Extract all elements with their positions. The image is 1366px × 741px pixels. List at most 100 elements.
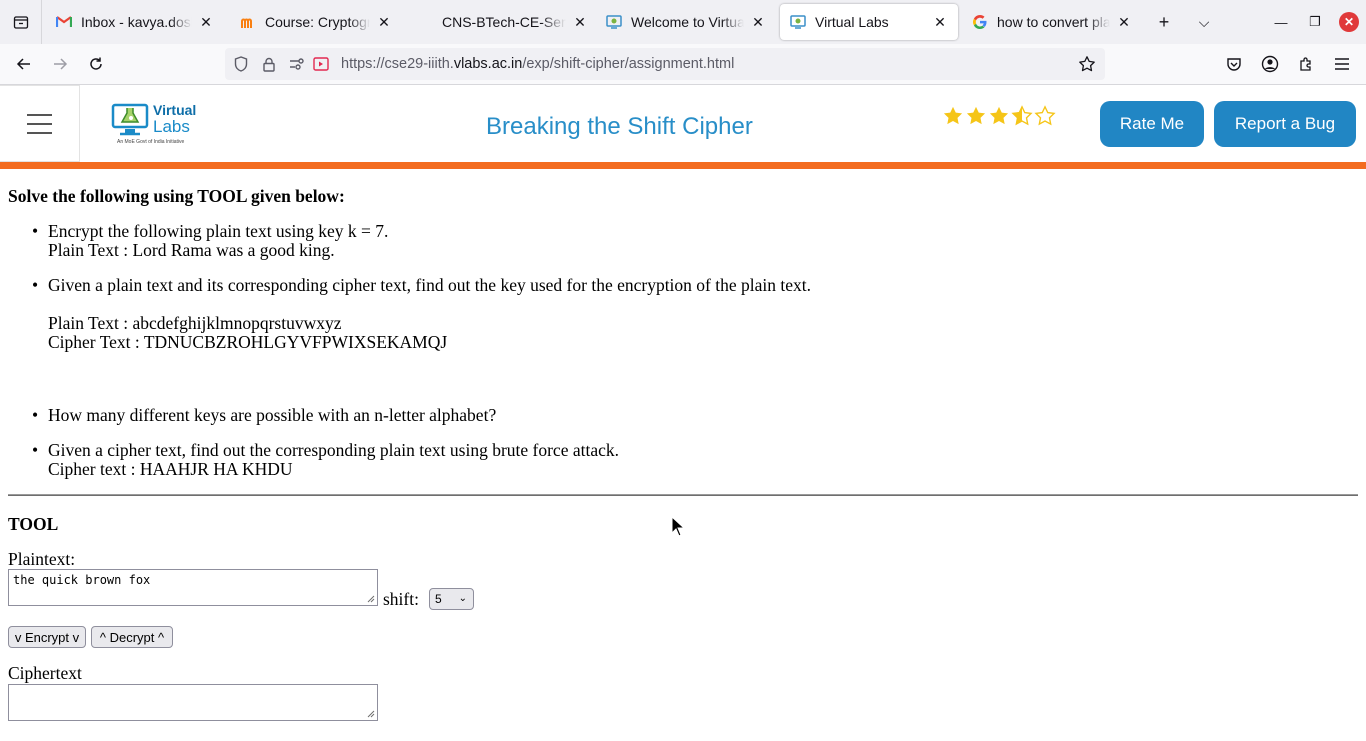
menu-line bbox=[27, 131, 52, 134]
question-detail: Plain Text : abcdefghijklmnopqrstuvwxyz bbox=[48, 313, 342, 333]
question-item: • Encrypt the following plain text using… bbox=[32, 221, 389, 260]
bookmark-star-icon[interactable] bbox=[1075, 52, 1099, 76]
assignment-heading: Solve the following using TOOL given bel… bbox=[8, 186, 345, 206]
account-button[interactable] bbox=[1256, 50, 1284, 78]
ciphertext-output[interactable] bbox=[8, 684, 378, 721]
bullet: • bbox=[32, 275, 39, 295]
menu-line bbox=[27, 122, 52, 125]
star-full-icon bbox=[966, 106, 986, 125]
tab-cns[interactable]: CNS-BTech-CE-Sem ✕ bbox=[412, 4, 598, 40]
close-tab-icon[interactable]: ✕ bbox=[572, 14, 588, 31]
plaintext-input[interactable]: the quick brown fox bbox=[8, 569, 378, 606]
autoplay-blocked-icon[interactable] bbox=[309, 52, 333, 76]
google-icon bbox=[972, 14, 988, 30]
question-detail: Cipher Text : TDNUCBZROHLGYVFPWIXSEKAMQJ bbox=[48, 332, 448, 352]
tab-strip: Inbox - kavya.doshi@ ✕ Course: Cryptogra… bbox=[0, 0, 1366, 44]
tab-title: how to convert plain bbox=[997, 14, 1110, 30]
hamburger-menu-icon bbox=[1335, 58, 1349, 70]
close-tab-icon[interactable]: ✕ bbox=[932, 14, 948, 31]
virtual-labs-logo[interactable]: Virtual Labs An MoE Govt of India Initia… bbox=[111, 99, 201, 147]
plaintext-value: the quick brown fox bbox=[13, 573, 151, 587]
restore-button[interactable]: ❐ bbox=[1301, 8, 1329, 36]
question-item: • How many different keys are possible w… bbox=[32, 406, 496, 425]
shift-select[interactable]: 5 ⌄ bbox=[429, 588, 474, 610]
pocket-button[interactable] bbox=[1220, 50, 1248, 78]
star-full-icon bbox=[943, 106, 963, 125]
menu-line bbox=[27, 113, 52, 116]
section-divider bbox=[8, 494, 1358, 496]
url-prefix: https://cse29-iiith. bbox=[341, 56, 454, 72]
new-tab-button[interactable]: + bbox=[1150, 8, 1178, 36]
plus-icon: + bbox=[1158, 11, 1170, 32]
url-path: /exp/shift-cipher/assignment.html bbox=[522, 56, 735, 72]
permissions-icon[interactable] bbox=[285, 52, 309, 76]
tab-course[interactable]: Course: Cryptography ✕ bbox=[230, 4, 402, 40]
tab-inbox[interactable]: Inbox - kavya.doshi@ ✕ bbox=[46, 4, 224, 40]
url-text[interactable]: https://cse29-iiith.vlabs.ac.in/exp/shif… bbox=[341, 56, 734, 72]
encrypt-button[interactable]: v Encrypt v bbox=[8, 626, 86, 648]
question-detail: Cipher text : HAAHJR HA KHDU bbox=[48, 459, 293, 479]
star-rating[interactable] bbox=[942, 105, 1056, 127]
question-detail: Plain Text : Lord Rama was a good king. bbox=[48, 240, 335, 260]
chevron-down-icon: ⌄ bbox=[458, 593, 467, 604]
lock-icon[interactable] bbox=[257, 52, 281, 76]
star-half-icon bbox=[1011, 105, 1033, 126]
back-button[interactable] bbox=[10, 50, 38, 78]
computer-flask-icon bbox=[111, 103, 149, 136]
restore-icon: ❐ bbox=[1309, 14, 1321, 29]
minimize-icon: — bbox=[1274, 14, 1288, 30]
mouse-cursor-icon bbox=[671, 516, 685, 537]
close-tab-icon[interactable]: ✕ bbox=[198, 14, 214, 31]
decrypt-button[interactable]: ^ Decrypt ^ bbox=[91, 626, 173, 648]
ciphertext-label: Ciphertext bbox=[8, 663, 82, 683]
report-bug-button[interactable]: Report a Bug bbox=[1214, 101, 1356, 147]
tab-title: Virtual Labs bbox=[815, 14, 889, 30]
app-menu-button[interactable] bbox=[1328, 50, 1356, 78]
account-icon bbox=[1261, 55, 1279, 73]
tab-google[interactable]: how to convert plain ✕ bbox=[962, 4, 1142, 40]
moodle-icon bbox=[240, 14, 256, 30]
header-divider bbox=[0, 162, 1366, 169]
tab-list-icon bbox=[13, 16, 28, 29]
close-tab-icon[interactable]: ✕ bbox=[376, 14, 392, 31]
plaintext-label: Plaintext: bbox=[8, 549, 76, 569]
shift-label: shift: bbox=[383, 589, 419, 609]
resize-grip-icon[interactable] bbox=[367, 710, 375, 718]
logo-subtitle: An MoE Govt of India Initiative bbox=[117, 139, 185, 145]
forward-button[interactable] bbox=[46, 50, 74, 78]
address-bar[interactable]: https://cse29-iiith.vlabs.ac.in/exp/shif… bbox=[225, 48, 1105, 80]
reload-button[interactable] bbox=[82, 50, 110, 78]
site-header: Virtual Labs An MoE Govt of India Initia… bbox=[0, 85, 1366, 162]
tab-virtual-labs[interactable]: Virtual Labs ✕ bbox=[780, 4, 958, 40]
rate-me-button[interactable]: Rate Me bbox=[1100, 101, 1204, 147]
bullet: • bbox=[32, 221, 39, 241]
vlabs-icon bbox=[790, 14, 806, 30]
pocket-icon bbox=[1227, 58, 1241, 71]
tool-title: TOOL bbox=[8, 514, 59, 534]
extensions-button[interactable] bbox=[1292, 50, 1320, 78]
url-host: vlabs.ac.in bbox=[453, 56, 523, 72]
shield-icon[interactable] bbox=[229, 52, 253, 76]
list-all-tabs-button[interactable]: ⌵ bbox=[1190, 8, 1218, 36]
sidebar-menu-button[interactable] bbox=[0, 85, 80, 162]
bullet: • bbox=[32, 440, 39, 460]
tab-welcome-vlabs[interactable]: Welcome to Virtual Labs ✕ bbox=[596, 4, 776, 40]
arrow-right-icon bbox=[54, 58, 68, 70]
question-item: • Given a plain text and its correspondi… bbox=[32, 276, 811, 352]
logo-text: Labs bbox=[153, 117, 190, 136]
minimize-button[interactable]: — bbox=[1267, 8, 1295, 36]
vlabs-icon bbox=[606, 14, 622, 30]
reload-icon bbox=[90, 57, 102, 70]
tab-list-button[interactable] bbox=[0, 0, 42, 44]
close-tab-icon[interactable]: ✕ bbox=[750, 14, 766, 31]
bullet: • bbox=[32, 405, 39, 425]
question-text: Given a cipher text, find out the corres… bbox=[48, 440, 619, 460]
tab-title: CNS-BTech-CE-Sem bbox=[442, 14, 566, 30]
close-tab-icon[interactable]: ✕ bbox=[1116, 14, 1132, 31]
shift-value: 5 bbox=[435, 592, 442, 606]
window-close-button[interactable]: ✕ bbox=[1339, 12, 1359, 32]
question-text: Encrypt the following plain text using k… bbox=[48, 221, 389, 241]
chevron-down-icon: ⌵ bbox=[1198, 13, 1210, 30]
tab-title: Welcome to Virtual Labs bbox=[631, 14, 744, 30]
resize-grip-icon[interactable] bbox=[367, 595, 375, 603]
